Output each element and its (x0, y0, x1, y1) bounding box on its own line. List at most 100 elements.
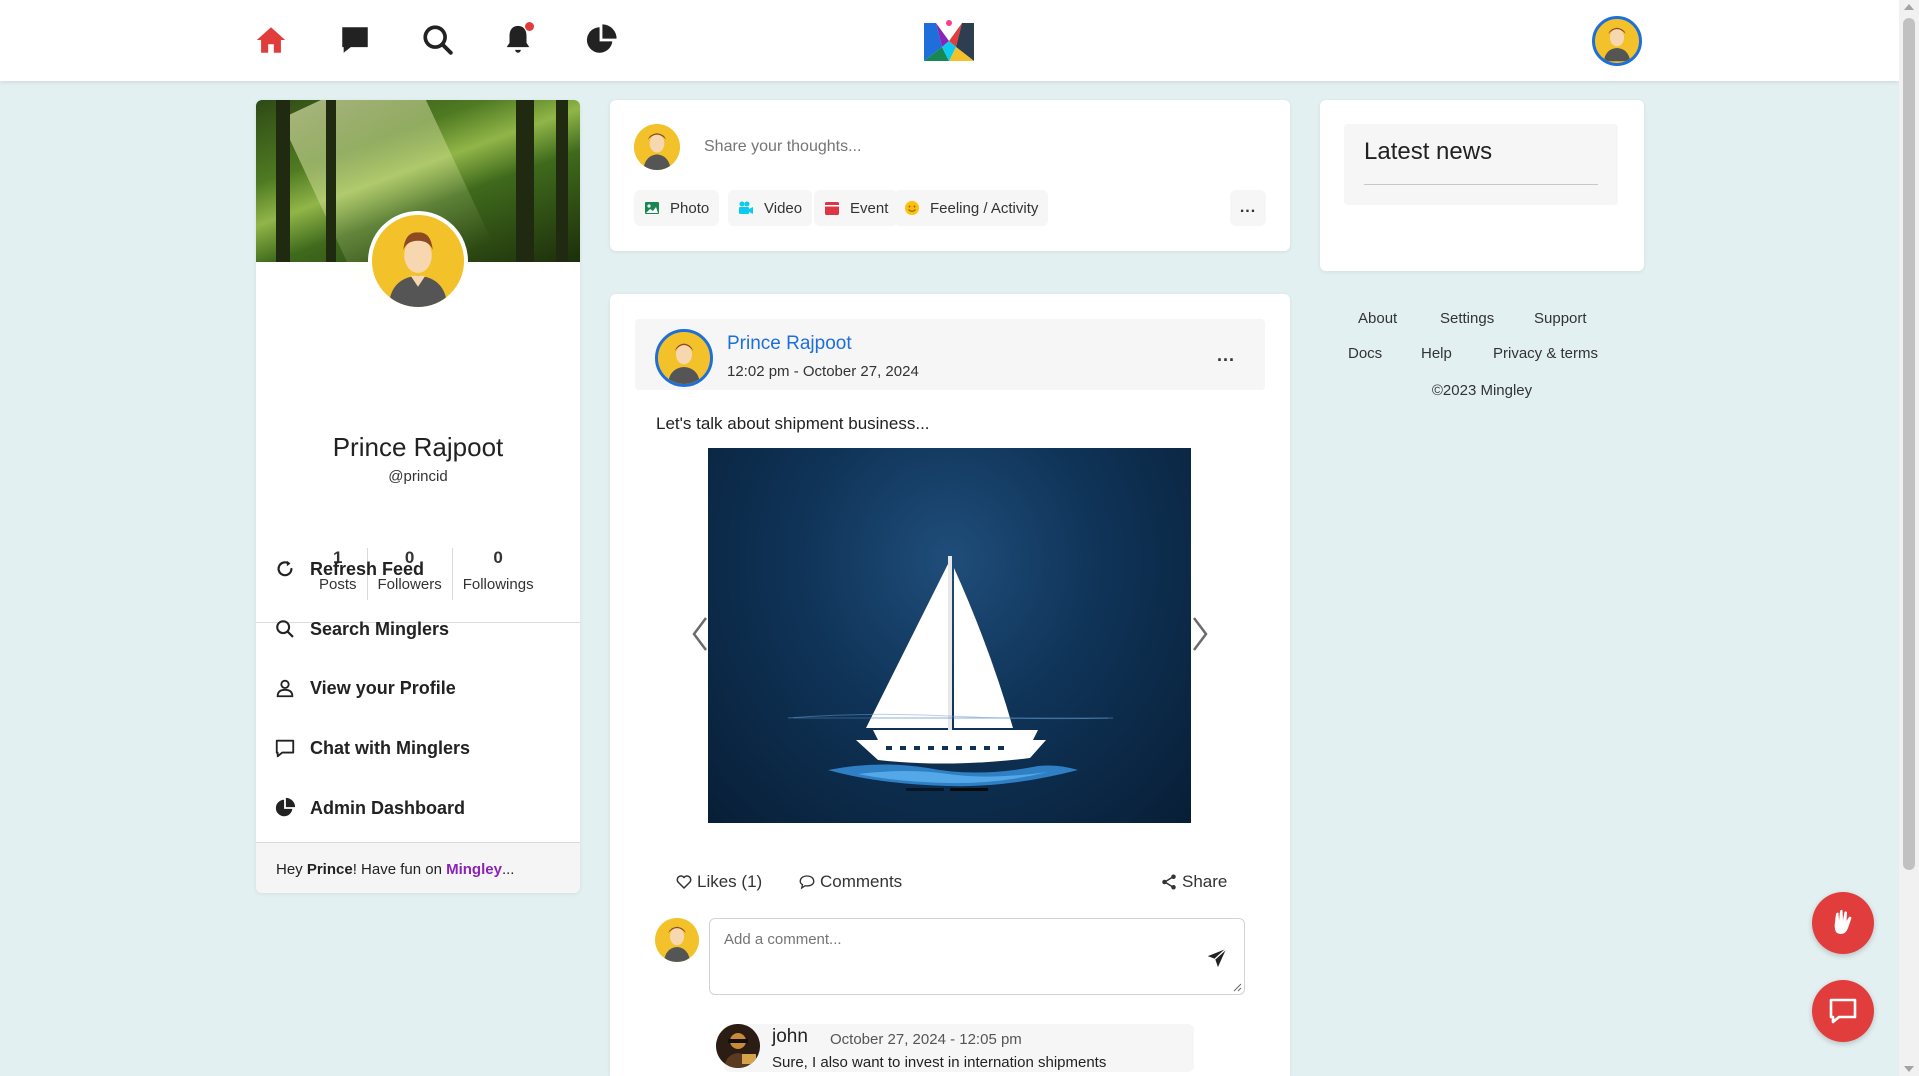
share-label: Share (1182, 872, 1228, 891)
menu-label: Chat with Minglers (310, 737, 471, 758)
feeling-button[interactable]: Feeling / Activity (894, 190, 1049, 226)
composer-avatar (634, 124, 680, 170)
link-help[interactable]: Help (1421, 345, 1452, 362)
post-header: Prince Rajpoot 12:02 pm - October 27, 20… (635, 319, 1265, 390)
scroll-thumb[interactable] (1903, 18, 1915, 870)
welcome-name: Prince (306, 861, 353, 878)
comment-item: john October 27, 2024 - 12:05 pm Sure, I… (716, 1024, 1194, 1072)
user-icon (276, 679, 294, 698)
welcome-prefix: Hey (276, 861, 307, 878)
post-card: Prince Rajpoot 12:02 pm - October 27, 20… (610, 294, 1290, 1076)
comment-box (709, 918, 1245, 995)
menu-refresh-feed[interactable]: Refresh Feed (274, 554, 424, 584)
welcome-suffix: ... (501, 861, 515, 878)
stat-followings[interactable]: 0 Followings (451, 548, 544, 600)
news-title: Latest news (1364, 138, 1493, 165)
profile-handle: @princid (388, 468, 448, 485)
menu-view-profile[interactable]: View your Profile (274, 673, 456, 703)
message-icon (1829, 998, 1857, 1024)
profile-card: Prince Rajpoot @princid 1 Posts 0 Follow… (256, 100, 580, 893)
hand-wave-icon (1834, 909, 1852, 934)
resize-handle-icon[interactable] (1232, 982, 1242, 992)
welcome-note: Hey Prince! Have fun on Mingley... (256, 843, 580, 893)
search-icon (276, 620, 294, 638)
event-label: Event (850, 199, 889, 217)
commenter-avatar[interactable] (716, 1024, 760, 1068)
comment-icon (799, 875, 815, 890)
profile-avatar[interactable] (368, 211, 468, 311)
link-about[interactable]: About (1358, 310, 1397, 327)
carousel-indicators (906, 788, 988, 791)
comment-timestamp: October 27, 2024 - 12:05 pm (830, 1031, 1022, 1048)
welcome-middle: ! Have fun on (352, 861, 447, 878)
video-label: Video (764, 199, 803, 217)
comment-text: Sure, I also want to invest in internati… (772, 1054, 1107, 1071)
post-author-name[interactable]: Prince Rajpoot (727, 333, 852, 355)
menu-search-minglers[interactable]: Search Minglers (274, 614, 449, 644)
mingley-logo[interactable] (922, 17, 976, 65)
stat-label: Followings (462, 576, 534, 593)
chat-fab-button[interactable] (1812, 980, 1874, 1042)
refresh-icon (277, 560, 293, 577)
welcome-brand: Mingley (446, 861, 502, 878)
video-button[interactable]: Video (728, 190, 813, 226)
scroll-up-icon[interactable] (1904, 4, 1914, 10)
photo-label: Photo (670, 199, 710, 217)
like-button[interactable]: Likes (1) (675, 872, 762, 892)
pie-chart-icon[interactable] (583, 22, 619, 58)
composer-more-button[interactable]: ... (1230, 190, 1266, 226)
post-image[interactable] (708, 448, 1191, 823)
copyright: ©2023 Mingley (1431, 382, 1533, 399)
share-button[interactable]: Share (1160, 872, 1227, 892)
link-support[interactable]: Support (1534, 310, 1587, 327)
menu-admin-dashboard[interactable]: Admin Dashboard (274, 793, 465, 823)
post-timestamp: 12:02 pm - October 27, 2024 (727, 363, 919, 380)
sailboat-image (787, 556, 1114, 787)
profile-name: Prince Rajpoot (332, 432, 504, 462)
photo-button[interactable]: Photo (634, 190, 720, 226)
video-icon (739, 201, 753, 214)
comments-button[interactable]: Comments (798, 872, 902, 892)
menu-chat-minglers[interactable]: Chat with Minglers (274, 733, 470, 763)
menu-label: Admin Dashboard (310, 797, 466, 818)
carousel-indicator[interactable] (906, 788, 944, 791)
smile-icon (905, 201, 919, 215)
user-avatar[interactable] (1592, 16, 1642, 66)
chat-icon[interactable] (337, 22, 373, 58)
carousel-prev-icon[interactable] (688, 614, 712, 654)
post-author-avatar[interactable] (655, 329, 713, 387)
post-text: Let's talk about shipment business... (656, 414, 930, 433)
feeling-label: Feeling / Activity (930, 199, 1039, 217)
menu-label: Search Minglers (310, 618, 450, 639)
comment-input[interactable] (724, 931, 1164, 981)
composer-input[interactable] (704, 138, 1244, 156)
carousel-indicator-active[interactable] (950, 788, 988, 791)
news-card: Latest news (1320, 100, 1644, 271)
bell-icon[interactable] (500, 22, 536, 58)
scroll-down-icon[interactable] (1904, 1066, 1914, 1072)
image-icon (645, 202, 659, 214)
pie-chart-icon (275, 797, 296, 817)
stat-value: 0 (493, 548, 503, 567)
menu-label: Refresh Feed (310, 558, 425, 579)
link-privacy-terms[interactable]: Privacy & terms (1493, 345, 1598, 362)
post-more-button[interactable]: ... (1217, 345, 1235, 366)
comment-avatar (655, 918, 699, 962)
post-composer: Photo Video Event Feeling / Activity ... (610, 100, 1290, 251)
home-icon[interactable] (253, 22, 289, 58)
commenter-name[interactable]: john (772, 1026, 808, 1048)
carousel-next-icon[interactable] (1188, 614, 1212, 654)
link-docs[interactable]: Docs (1348, 345, 1382, 362)
comments-label: Comments (820, 872, 903, 891)
send-icon[interactable] (1206, 947, 1228, 969)
event-button[interactable]: Event (814, 190, 899, 226)
heart-icon (676, 875, 692, 889)
wave-fab-button[interactable] (1812, 892, 1874, 954)
likes-label: Likes (1) (697, 872, 763, 891)
page-scrollbar[interactable] (1899, 0, 1919, 1076)
link-settings[interactable]: Settings (1440, 310, 1494, 327)
calendar-icon (825, 202, 839, 215)
search-icon[interactable] (420, 22, 456, 58)
chat-icon (275, 739, 295, 758)
divider (1364, 184, 1598, 185)
